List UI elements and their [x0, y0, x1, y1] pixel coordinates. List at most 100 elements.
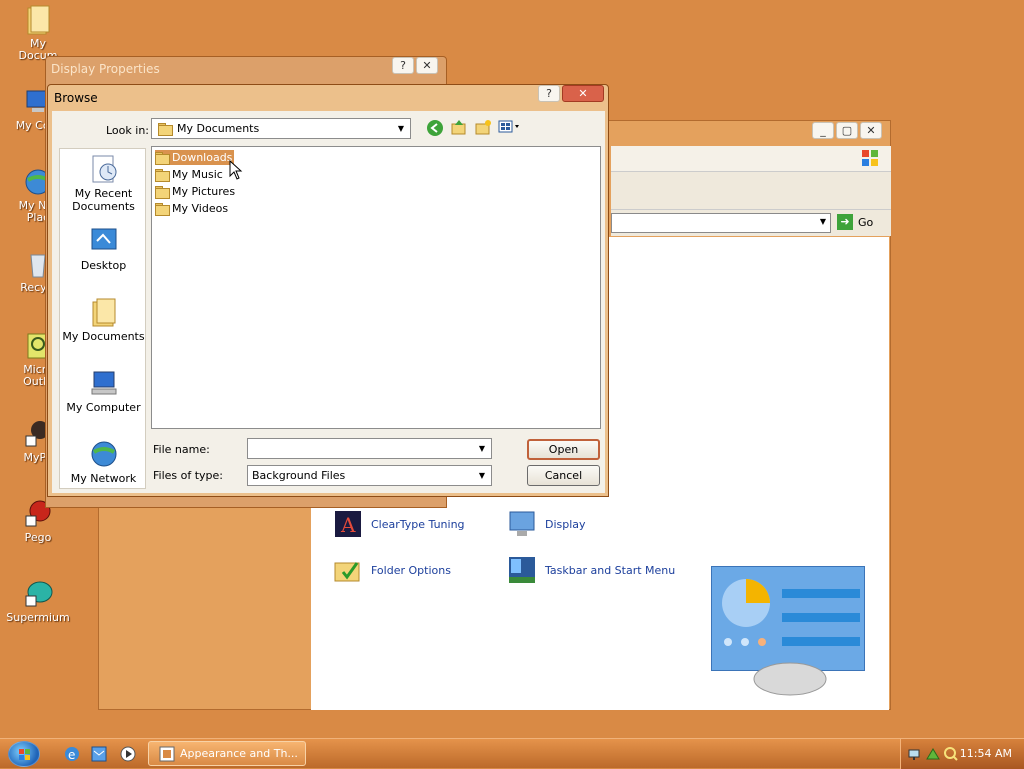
help-button[interactable]: ? [538, 85, 560, 102]
menu-bar [611, 146, 891, 172]
place-my-network[interactable]: My Network [60, 438, 147, 485]
recent-documents-icon [88, 153, 120, 185]
task-display[interactable]: Display [507, 509, 586, 539]
task-taskbar-start-menu[interactable]: Taskbar and Start Menu [507, 555, 675, 585]
list-item-my-videos[interactable]: My Videos [155, 201, 230, 216]
look-in-label: Look in: [106, 124, 149, 137]
go-arrow-icon: ➜ [837, 214, 853, 230]
quicklaunch-media-player[interactable] [120, 746, 136, 762]
window-controls: ? ✕ [392, 57, 438, 74]
list-item-my-music[interactable]: My Music [155, 167, 225, 182]
task-folder-options[interactable]: Folder Options [333, 555, 451, 585]
close-button[interactable]: ✕ [860, 122, 882, 139]
videos-folder-icon [155, 203, 170, 216]
quicklaunch-internet-explorer[interactable]: e [64, 746, 80, 762]
place-label: My Recent Documents [72, 187, 135, 213]
place-label: My Network [70, 472, 137, 485]
go-button[interactable]: ➜ Go [837, 214, 873, 230]
desktop-icon-supermium[interactable]: Supermium [2, 578, 74, 624]
folder-icon [22, 4, 54, 36]
chevron-down-icon[interactable]: ▼ [820, 217, 826, 226]
back-arrow-icon [427, 120, 443, 136]
my-network-icon [88, 438, 120, 470]
media-player-icon [120, 746, 136, 762]
task-label: Folder Options [371, 563, 451, 577]
file-name: My Pictures [172, 185, 236, 198]
desktop-icon [88, 225, 120, 257]
files-of-type-value: Background Files [252, 469, 346, 482]
dialog-title: Browse [54, 91, 98, 105]
view-menu-button[interactable] [498, 119, 522, 135]
start-button[interactable] [8, 741, 40, 767]
mouse-cursor-icon [229, 160, 243, 180]
folder-options-icon [333, 555, 363, 585]
appearance-illustration [711, 566, 865, 696]
close-button[interactable]: ✕ [416, 57, 438, 74]
taskbar-button-label: Appearance and Th... [180, 747, 298, 760]
task-cleartype-tuning[interactable]: A ClearType Tuning [333, 509, 465, 539]
window-controls: _ ▢ ✕ [812, 122, 882, 139]
update-tray-icon[interactable] [925, 746, 941, 765]
new-folder-button[interactable] [474, 118, 492, 136]
task-label: ClearType Tuning [371, 517, 465, 531]
close-button[interactable]: ✕ [562, 85, 604, 102]
files-of-type-dropdown[interactable]: Background Files ▼ [247, 465, 492, 486]
file-name-label: File name: [153, 443, 210, 456]
file-list[interactable]: Downloads My Music My Pictures My Videos [151, 146, 601, 429]
list-item-my-pictures[interactable]: My Pictures [155, 184, 237, 199]
place-label: My Computer [66, 401, 141, 414]
look-in-value: My Documents [177, 122, 260, 135]
folder-icon [155, 152, 170, 165]
taskbar: e Appearance and Th... 11:54 AM [0, 738, 1024, 769]
up-one-level-button[interactable] [450, 118, 468, 136]
open-button[interactable]: Open [527, 439, 600, 460]
browse-dialog[interactable]: Browse ? ✕ Look in: My Documents ▼ My Re… [47, 84, 609, 497]
list-item-downloads[interactable]: Downloads [155, 150, 235, 165]
supermium-icon [22, 578, 54, 610]
file-name: My Videos [172, 202, 229, 215]
pictures-folder-icon [155, 186, 170, 199]
minimize-button[interactable]: _ [812, 122, 834, 139]
task-label: Taskbar and Start Menu [545, 563, 676, 577]
window-title: Display Properties [51, 62, 160, 76]
desktop-icon-label: Pego [24, 531, 52, 544]
svg-text:A: A [340, 513, 356, 537]
address-bar: ▼ ➜ Go [611, 210, 891, 236]
quicklaunch-outlook-express[interactable] [91, 746, 107, 762]
desktop-icon-my-documents[interactable]: My Docum [2, 4, 74, 62]
file-name: Downloads [172, 151, 233, 164]
go-label: Go [858, 215, 874, 229]
network-tray-icon[interactable] [907, 746, 923, 765]
taskbar-button-appearance-and-themes[interactable]: Appearance and Th... [148, 741, 306, 766]
place-label: My Documents [62, 330, 145, 343]
address-input[interactable]: ▼ [611, 213, 831, 233]
back-button[interactable] [426, 119, 444, 137]
maximize-button[interactable]: ▢ [836, 122, 858, 139]
internet-explorer-icon: e [65, 747, 79, 762]
windows-logo-icon [19, 749, 30, 760]
chevron-down-icon[interactable]: ▼ [473, 466, 491, 485]
place-my-computer[interactable]: My Computer [60, 367, 147, 414]
place-label: Desktop [80, 259, 127, 272]
place-my-recent-documents[interactable]: My Recent Documents [60, 153, 147, 213]
cleartype-icon: A [333, 509, 363, 539]
system-tray: 11:54 AM [900, 739, 1024, 769]
svg-text:e: e [68, 748, 75, 762]
up-folder-icon [451, 120, 466, 135]
dialog-controls: ? ✕ [538, 85, 604, 102]
place-desktop[interactable]: Desktop [60, 225, 147, 272]
chevron-down-icon[interactable]: ▼ [473, 439, 491, 458]
my-documents-icon [88, 296, 120, 328]
desktop-icon-label: Supermium [6, 611, 70, 624]
file-name-input[interactable]: ▼ [247, 438, 492, 459]
help-button[interactable]: ? [392, 57, 414, 74]
dialog-body: Look in: My Documents ▼ My Recent Docume… [52, 111, 605, 493]
control-panel-icon [159, 746, 175, 761]
search-tray-icon[interactable] [943, 746, 959, 765]
folder-icon [158, 123, 173, 136]
place-my-documents[interactable]: My Documents [60, 296, 147, 343]
look-in-dropdown[interactable]: My Documents ▼ [151, 118, 411, 139]
display-icon [507, 509, 537, 539]
cancel-button[interactable]: Cancel [527, 465, 600, 486]
chevron-down-icon[interactable]: ▼ [392, 119, 410, 138]
